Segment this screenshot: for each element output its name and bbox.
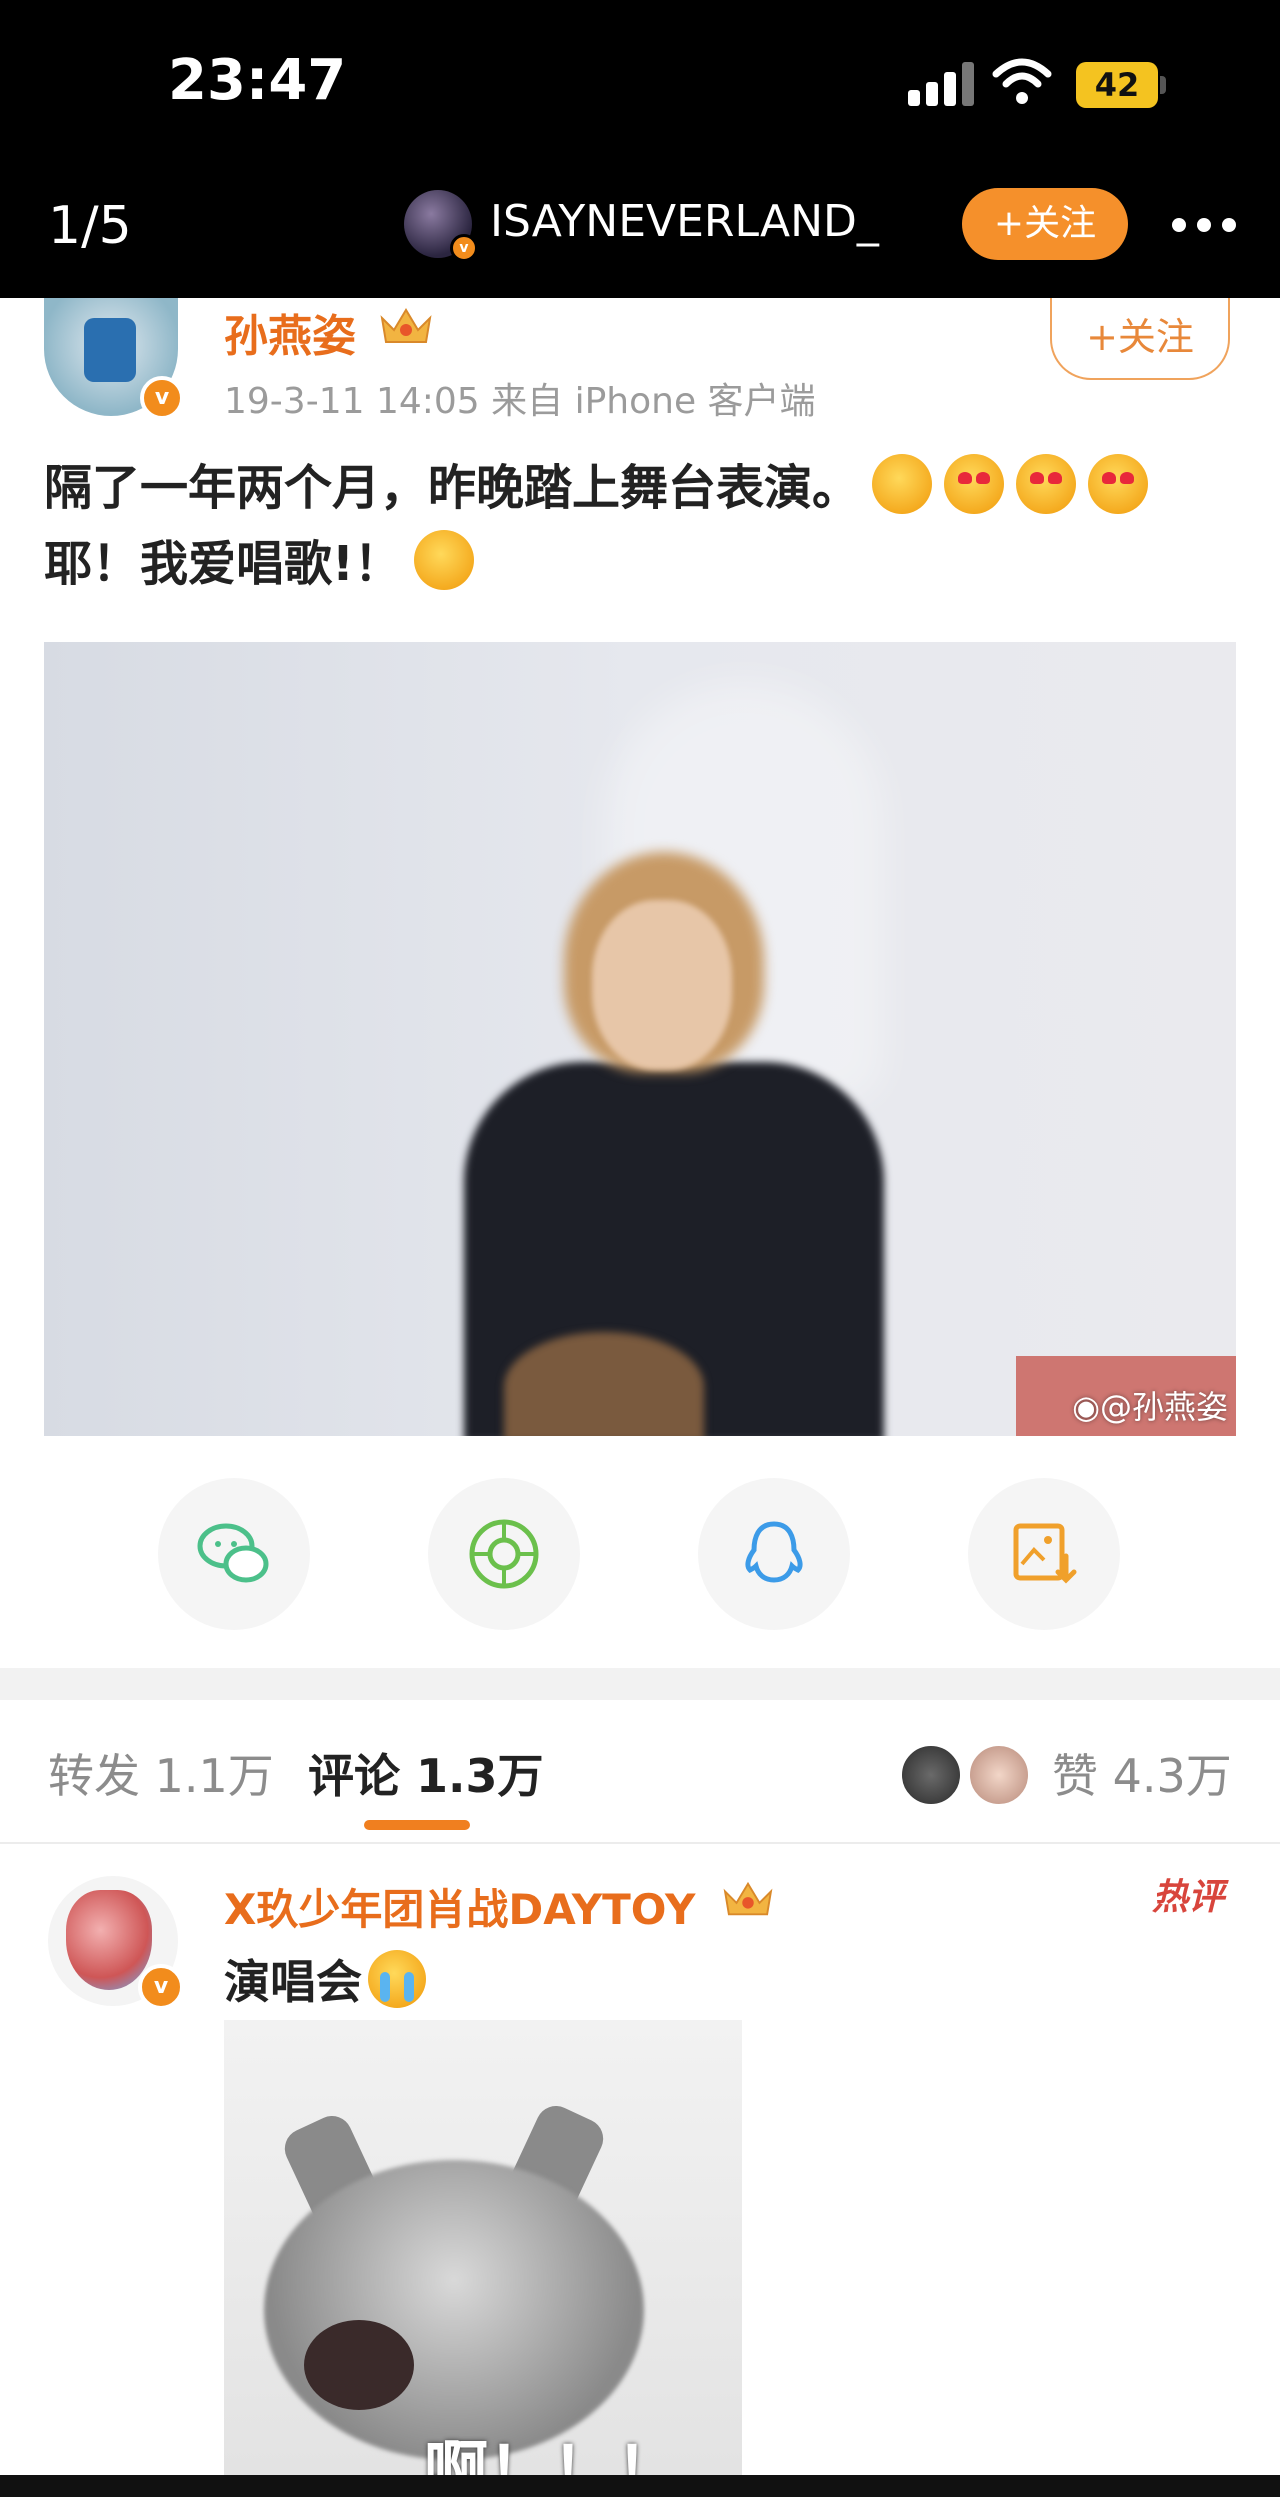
active-tab-indicator bbox=[364, 1820, 470, 1830]
share-moments-button[interactable] bbox=[428, 1478, 580, 1630]
bottom-edge bbox=[0, 2475, 1280, 2497]
heart-eyes-emoji-icon bbox=[1016, 454, 1077, 514]
header-avatar[interactable]: v bbox=[404, 190, 478, 262]
heart-eyes-emoji-icon bbox=[944, 454, 1005, 514]
status-time: 23:47 bbox=[168, 48, 347, 113]
post-text-line1: 隔了一年两个月，昨晚踏上舞台表演。 bbox=[44, 460, 861, 516]
wechat-icon bbox=[197, 1523, 269, 1583]
crown-badge-icon bbox=[380, 308, 432, 343]
tab-comments[interactable]: 评论 1.3万 bbox=[308, 1740, 544, 1806]
comment-author-name[interactable]: X玖少年团肖战DAYTOY bbox=[224, 1876, 695, 1937]
post-text: 隔了一年两个月，昨晚踏上舞台表演。 耶！我爱唱歌!！ bbox=[44, 450, 1244, 602]
moments-icon bbox=[469, 1519, 539, 1589]
section-divider bbox=[0, 1668, 1280, 1700]
battery-icon: 42 bbox=[1076, 62, 1168, 108]
tabs-divider bbox=[0, 1842, 1280, 1844]
tab-likes[interactable]: 赞 4.3万 bbox=[1052, 1740, 1232, 1806]
liker-avatar[interactable] bbox=[900, 1744, 962, 1806]
comment-image[interactable]: 啊！！！ bbox=[224, 2020, 742, 2497]
heart-eyes-emoji-icon bbox=[1088, 454, 1149, 514]
liker-avatar[interactable] bbox=[968, 1744, 1030, 1806]
post-text-line2: 耶！我爱唱歌!！ bbox=[44, 536, 402, 592]
share-wechat-button[interactable] bbox=[158, 1478, 310, 1630]
save-image-icon bbox=[1013, 1523, 1077, 1584]
crown-badge-icon bbox=[723, 1881, 773, 1916]
verified-icon: v bbox=[450, 234, 478, 262]
save-image-button[interactable] bbox=[968, 1478, 1120, 1630]
qq-icon bbox=[745, 1521, 803, 1583]
post-author-name[interactable]: 孙燕姿 bbox=[224, 300, 356, 364]
more-options-icon[interactable] bbox=[1172, 200, 1236, 248]
post-image[interactable]: ◉@孙燕姿 bbox=[44, 642, 1236, 1436]
header-username[interactable]: ISAYNEVERLAND_ bbox=[490, 196, 879, 247]
crying-emoji-icon bbox=[368, 1950, 426, 2008]
cellular-signal-icon bbox=[908, 62, 974, 106]
share-qq-button[interactable] bbox=[698, 1478, 850, 1630]
tab-reposts[interactable]: 转发 1.1万 bbox=[48, 1740, 274, 1806]
header-follow-button[interactable]: +关注 bbox=[962, 188, 1128, 260]
image-watermark: ◉@孙燕姿 bbox=[1072, 1388, 1228, 1426]
verified-icon: v bbox=[140, 376, 184, 420]
comment-text: 演唱会 bbox=[224, 1946, 426, 2012]
wifi-icon bbox=[992, 58, 1052, 104]
page-indicator: 1/5 bbox=[48, 196, 132, 256]
laughing-emoji-icon bbox=[413, 530, 474, 590]
hot-comment-badge: 热评 bbox=[1152, 1877, 1225, 1918]
battery-level: 42 bbox=[1076, 62, 1158, 108]
verified-icon: v bbox=[138, 1964, 184, 2010]
post-meta: 19-3-11 14:05 来自 iPhone 客户端 bbox=[224, 381, 816, 422]
hand-over-mouth-emoji-icon bbox=[872, 454, 933, 514]
weibo-logo-icon: ◉ bbox=[1072, 1388, 1100, 1426]
post-follow-button[interactable]: +关注 bbox=[1050, 298, 1230, 380]
